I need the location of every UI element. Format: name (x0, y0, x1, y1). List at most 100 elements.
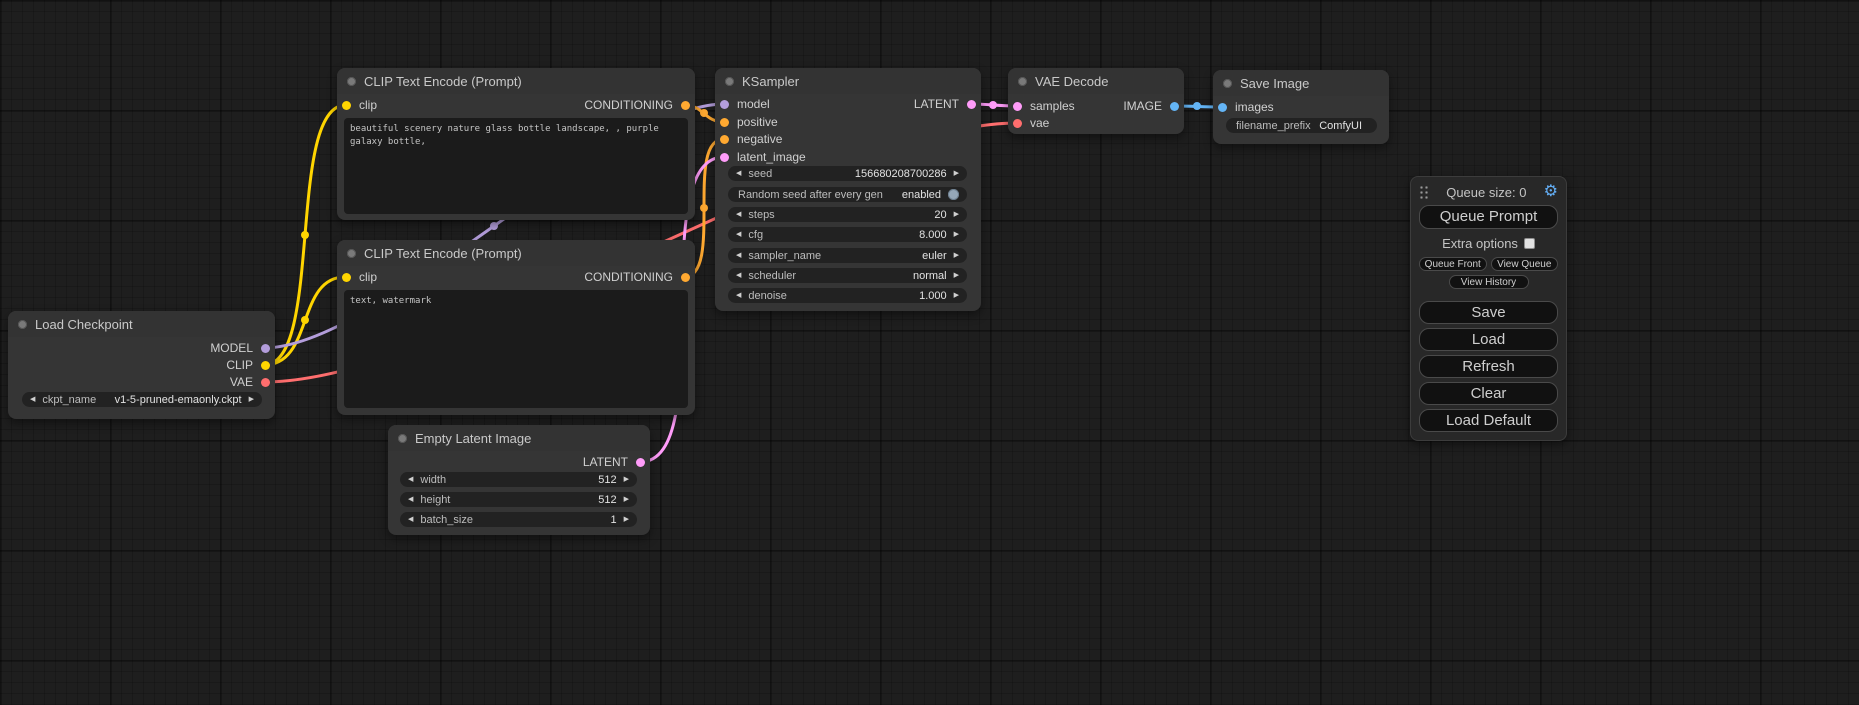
seed-widget[interactable]: ◀ seed 156680208700286 ▶ (728, 166, 967, 181)
samples-input-dot[interactable] (1013, 102, 1022, 111)
collapse-dot-icon[interactable] (1223, 79, 1232, 88)
drag-handle-icon[interactable] (1419, 185, 1429, 200)
model-input-dot[interactable] (720, 100, 729, 109)
node-clip-text-encode-negative[interactable]: CLIP Text Encode (Prompt) clip CONDITION… (337, 240, 695, 415)
widget-decrement-icon[interactable]: ◀ (736, 292, 741, 299)
collapse-dot-icon[interactable] (347, 77, 356, 86)
clear-button[interactable]: Clear (1419, 382, 1558, 405)
vae-input-dot[interactable] (1013, 119, 1022, 128)
clip-input-dot[interactable] (342, 101, 351, 110)
widget-decrement-icon[interactable]: ◀ (736, 231, 741, 238)
node-empty-latent-image[interactable]: Empty Latent Image LATENT ◀ width 512 ▶ … (388, 425, 650, 535)
load-default-button[interactable]: Load Default (1419, 409, 1558, 432)
clip-input-dot[interactable] (342, 273, 351, 282)
filename-prefix-widget[interactable]: filename_prefix ComfyUI (1226, 118, 1377, 133)
refresh-button[interactable]: Refresh (1419, 355, 1558, 378)
clip-output-dot[interactable] (261, 361, 270, 370)
width-widget[interactable]: ◀ width 512 ▶ (400, 472, 637, 487)
queue-prompt-button[interactable]: Queue Prompt (1419, 205, 1558, 229)
random-seed-toggle-widget[interactable]: Random seed after every gen enabled (728, 187, 967, 202)
widget-name: batch_size (420, 514, 473, 526)
conditioning-output-dot[interactable] (681, 101, 690, 110)
widget-value: v1-5-pruned-emaonly.ckpt (115, 394, 242, 406)
node-clip-text-encode-positive[interactable]: CLIP Text Encode (Prompt) clip CONDITION… (337, 68, 695, 220)
widget-decrement-icon[interactable]: ◀ (736, 272, 741, 279)
vae-output-dot[interactable] (261, 378, 270, 387)
widget-increment-icon[interactable]: ▶ (954, 252, 959, 259)
widget-decrement-icon[interactable]: ◀ (30, 396, 35, 403)
images-input-dot[interactable] (1218, 103, 1227, 112)
steps-widget[interactable]: ◀ steps 20 ▶ (728, 207, 967, 222)
link-midpoint-dot (989, 101, 997, 109)
input-label: positive (737, 115, 778, 129)
collapse-dot-icon[interactable] (18, 320, 27, 329)
menu-header: Queue size: 0 ⚙ (1419, 183, 1558, 201)
latent-output-dot[interactable] (967, 100, 976, 109)
image-output-dot[interactable] (1170, 102, 1179, 111)
latent-output-dot[interactable] (636, 458, 645, 467)
batch-size-widget[interactable]: ◀ batch_size 1 ▶ (400, 512, 637, 527)
latent-image-input-dot[interactable] (720, 153, 729, 162)
widget-increment-icon[interactable]: ▶ (954, 292, 959, 299)
denoise-widget[interactable]: ◀ denoise 1.000 ▶ (728, 288, 967, 303)
view-queue-button[interactable]: View Queue (1491, 257, 1559, 271)
load-button[interactable]: Load (1419, 328, 1558, 351)
queue-front-button[interactable]: Queue Front (1419, 257, 1487, 271)
widget-decrement-icon[interactable]: ◀ (736, 211, 741, 218)
widget-decrement-icon[interactable]: ◀ (736, 252, 741, 259)
sampler-name-widget[interactable]: ◀ sampler_name euler ▶ (728, 248, 967, 263)
widget-increment-icon[interactable]: ▶ (954, 231, 959, 238)
widget-decrement-icon[interactable]: ◀ (408, 496, 413, 503)
node-title: Empty Latent Image (415, 431, 531, 446)
widget-name: sampler_name (748, 250, 821, 262)
conditioning-output-dot[interactable] (681, 273, 690, 282)
widget-decrement-icon[interactable]: ◀ (736, 170, 741, 177)
node-title: Save Image (1240, 76, 1309, 91)
node-title: CLIP Text Encode (Prompt) (364, 246, 522, 261)
queue-size-text: Queue size: (1446, 185, 1515, 200)
extra-options-checkbox[interactable] (1524, 238, 1535, 249)
widget-name: steps (748, 209, 774, 221)
widget-value: 512 (598, 494, 616, 506)
widget-name: filename_prefix (1236, 120, 1311, 132)
link-midpoint-dot (301, 231, 309, 239)
prompt-text-area[interactable]: beautiful scenery nature glass bottle la… (344, 118, 688, 214)
positive-input-dot[interactable] (720, 118, 729, 127)
save-button[interactable]: Save (1419, 301, 1558, 324)
scheduler-widget[interactable]: ◀ scheduler normal ▶ (728, 268, 967, 283)
output-label: CONDITIONING (584, 270, 673, 284)
negative-input-dot[interactable] (720, 135, 729, 144)
node-load-checkpoint[interactable]: Load Checkpoint MODEL CLIP VAE ◀ ckpt_na… (8, 311, 275, 419)
widget-increment-icon[interactable]: ▶ (954, 211, 959, 218)
output-label: MODEL (210, 341, 253, 355)
widget-increment-icon[interactable]: ▶ (624, 516, 629, 523)
widget-increment-icon[interactable]: ▶ (624, 496, 629, 503)
node-vae-decode[interactable]: VAE Decode samples IMAGE vae (1008, 68, 1184, 134)
widget-decrement-icon[interactable]: ◀ (408, 516, 413, 523)
widget-increment-icon[interactable]: ▶ (624, 476, 629, 483)
settings-gear-icon[interactable]: ⚙ (1544, 184, 1558, 200)
widget-increment-icon[interactable]: ▶ (954, 170, 959, 177)
collapse-dot-icon[interactable] (1018, 77, 1027, 86)
toggle-knob-icon[interactable] (948, 189, 959, 200)
node-graph-canvas[interactable]: Load Checkpoint MODEL CLIP VAE ◀ ckpt_na… (0, 0, 1859, 705)
ckpt-name-widget[interactable]: ◀ ckpt_name v1-5-pruned-emaonly.ckpt ▶ (22, 392, 262, 407)
widget-decrement-icon[interactable]: ◀ (408, 476, 413, 483)
height-widget[interactable]: ◀ height 512 ▶ (400, 492, 637, 507)
view-history-button[interactable]: View History (1449, 275, 1529, 289)
node-save-image[interactable]: Save Image images filename_prefix ComfyU… (1213, 70, 1389, 144)
input-label: negative (737, 132, 782, 146)
collapse-dot-icon[interactable] (725, 77, 734, 86)
widget-value: euler (922, 250, 946, 262)
prompt-text-area[interactable]: text, watermark (344, 290, 688, 408)
collapse-dot-icon[interactable] (347, 249, 356, 258)
node-title: KSampler (742, 74, 799, 89)
node-ksampler[interactable]: KSampler model LATENT positive negative … (715, 68, 981, 311)
output-label: LATENT (583, 455, 628, 469)
widget-increment-icon[interactable]: ▶ (954, 272, 959, 279)
link-clip-to-positive-prompt (264, 105, 346, 365)
collapse-dot-icon[interactable] (398, 434, 407, 443)
widget-increment-icon[interactable]: ▶ (249, 396, 254, 403)
model-output-dot[interactable] (261, 344, 270, 353)
cfg-widget[interactable]: ◀ cfg 8.000 ▶ (728, 227, 967, 242)
